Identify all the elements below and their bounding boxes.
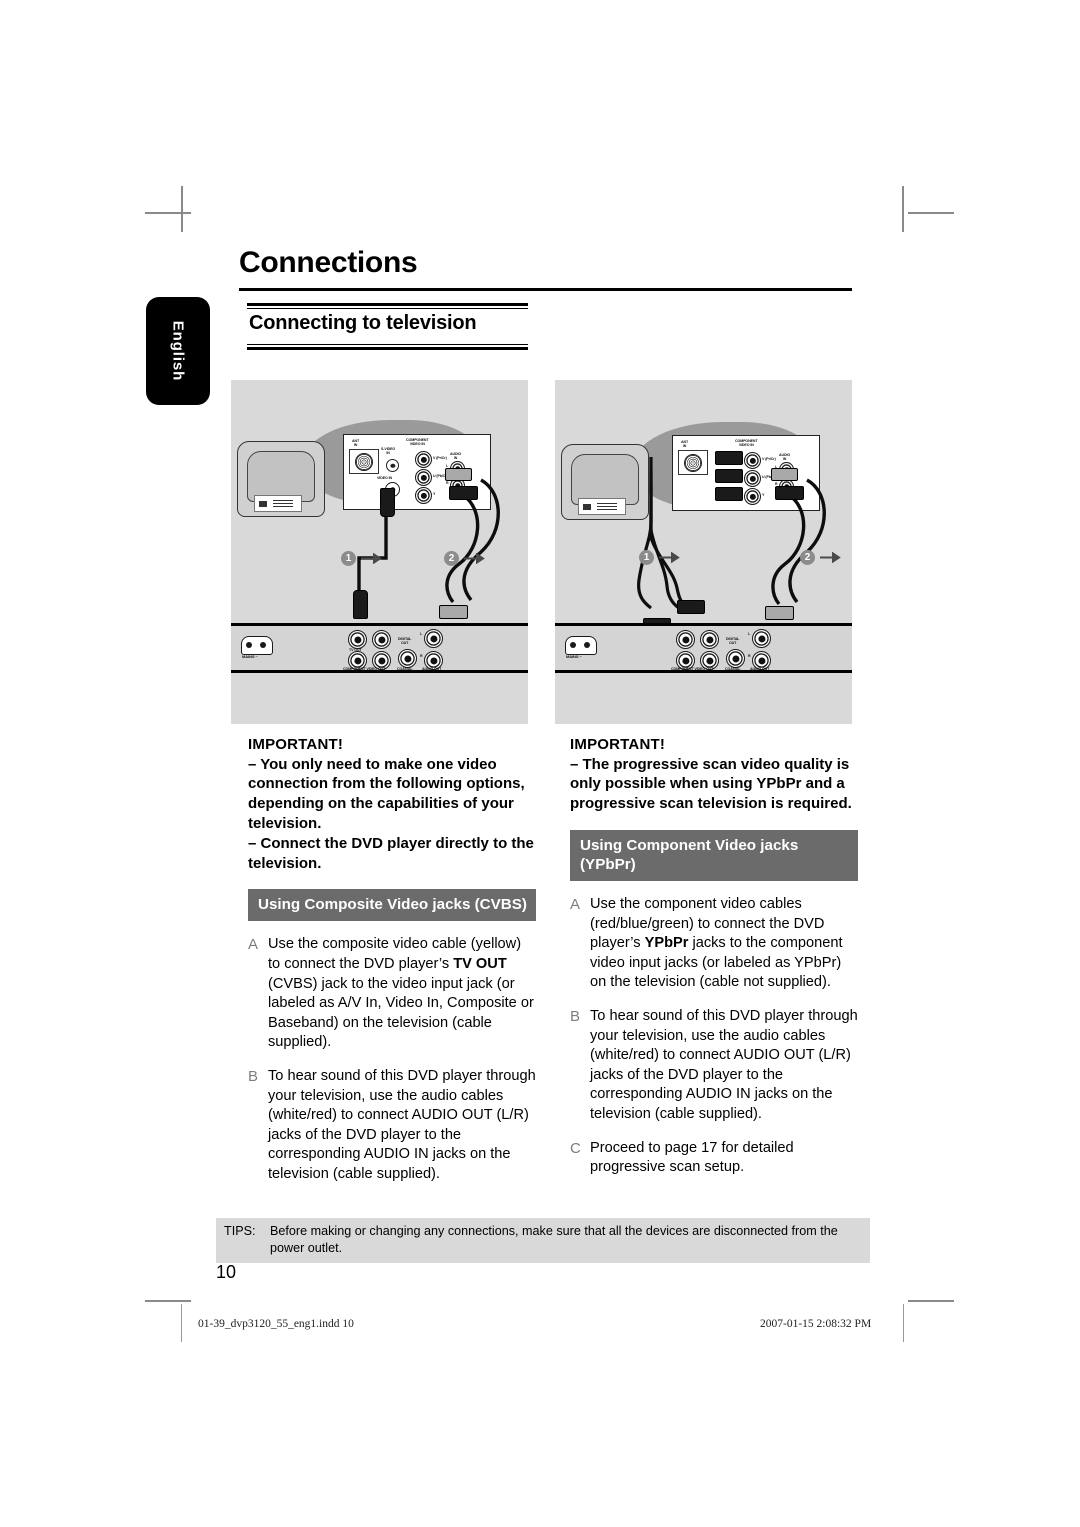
footer-rule-left — [181, 1304, 183, 1342]
plug-audio-r-tv — [449, 486, 478, 500]
footer-filename: 01-39_dvp3120_55_eng1.indd 10 — [198, 1318, 354, 1330]
tips-bar: TIPS: Before making or changing any conn… — [216, 1218, 870, 1263]
step-letter: A — [248, 936, 259, 954]
plug-audio-r-tv — [775, 486, 804, 500]
label-coaxial: COAXIAL — [725, 667, 741, 671]
list-item: A Use the component video cables (red/bl… — [570, 895, 858, 993]
list-item: A Use the composite video cable (yellow)… — [248, 935, 536, 1053]
plug-component-u-tv — [715, 469, 743, 483]
label-audio-out-l: L — [748, 632, 751, 636]
plug-audio-l-tv — [771, 468, 798, 481]
step-badge-1: 1 — [341, 551, 356, 566]
plug-component-y-tv — [715, 487, 743, 501]
label-audio-out-r: R — [748, 654, 751, 658]
dvd-jack-audio-l — [424, 629, 443, 648]
dvd-jack-pb — [700, 630, 719, 649]
dvd-jack-tv-out — [676, 630, 695, 649]
footer-rule-right — [903, 1304, 905, 1342]
label-audio-out-r: R — [420, 654, 423, 658]
crop-mark-top-left-v — [181, 186, 183, 232]
step-arrow-1 — [659, 552, 680, 563]
gray-heading-composite: Using Composite Video jacks (CVBS) — [248, 889, 536, 922]
important-title-left: IMPORTANT! — [248, 736, 344, 753]
important-title-right: IMPORTANT! — [570, 736, 666, 753]
page-title: Connections — [239, 246, 418, 279]
label-audio-out: AUDIO OUT — [422, 667, 442, 671]
step-letter: C — [570, 1139, 581, 1157]
footer-timestamp: 2007-01-15 2:08:32 PM — [760, 1318, 872, 1330]
step-text: Proceed to page 17 for detailed progress… — [590, 1139, 794, 1176]
dvd-jack-coaxial — [726, 649, 745, 668]
plug-video-dvd-end — [353, 590, 368, 619]
plug-audio-l-dvd — [439, 605, 468, 619]
important-line-right-0: – The progressive scan video quality is … — [570, 755, 852, 813]
mains-socket — [241, 636, 273, 655]
mains-socket — [565, 636, 597, 655]
gray-heading-component: Using Component Video jacks (YPbPr) — [570, 829, 858, 881]
dvd-jack-coaxial — [398, 649, 417, 668]
label-digital-out: DIGITAL OUT — [398, 637, 412, 646]
tips-label: TIPS: — [224, 1224, 256, 1238]
dvd-jack-pb-top — [372, 630, 391, 649]
tips-text: Before making or changing any connection… — [270, 1224, 838, 1255]
right-text-column: IMPORTANT! – The progressive scan video … — [570, 735, 858, 1192]
label-mains: MAINS ~ — [566, 654, 582, 659]
label-audio-out-l: L — [420, 632, 423, 636]
step-letter: A — [570, 895, 581, 913]
step-letter: B — [570, 1007, 581, 1025]
step-arrow-2 — [820, 552, 841, 563]
step-text: Use the composite video cable (yellow) t… — [268, 936, 534, 1051]
step-text: To hear sound of this DVD player through… — [268, 1067, 536, 1182]
step-text: Use the component video cables (red/blue… — [590, 895, 843, 991]
plug-component-pr-dvd — [677, 600, 705, 614]
label-mains: MAINS ~ — [242, 654, 258, 659]
step-badge-2: 2 — [800, 550, 815, 565]
step-badge-2: 2 — [444, 551, 459, 566]
plug-component-v-tv — [715, 451, 743, 465]
important-line-left-0: – You only need to make one video connec… — [248, 755, 525, 832]
dvd-jack-tv-out — [348, 630, 367, 649]
language-tab-label: English — [169, 320, 187, 382]
plug-audio-l-dvd — [765, 606, 794, 620]
label-component-video-out: COMPONENT VIDEO OUT — [671, 667, 714, 671]
list-item: C Proceed to page 17 for detailed progre… — [570, 1139, 858, 1178]
language-tab: English — [146, 297, 210, 405]
left-text-column: IMPORTANT! – You only need to make one v… — [248, 735, 536, 1199]
crop-mark-top-right-v — [902, 186, 904, 232]
diagram-component-video: ANT IN COMPONENT VIDEO IN V (Pr/Cr) U (P… — [555, 380, 852, 724]
section-heading: Connecting to television — [249, 312, 477, 334]
label-audio-out: AUDIO OUT — [750, 667, 770, 671]
list-item: B To hear sound of this DVD player throu… — [248, 1067, 536, 1185]
section-rule-bottom — [247, 344, 528, 350]
step-arrow-1 — [361, 553, 382, 564]
step-arrow-2 — [464, 553, 485, 564]
title-rule — [239, 288, 852, 291]
diagram-composite-video: ANT IN S-VIDEO IN VIDEO IN COMPONENT VID… — [231, 380, 528, 724]
important-line-left-1: – Connect the DVD player directly to the… — [248, 834, 534, 872]
crop-mark-bottom-right-h — [908, 1300, 954, 1302]
plug-audio-l-tv — [445, 468, 472, 481]
label-component-video-out: COMPONENT VIDEO OUT — [343, 667, 386, 671]
step-letter: B — [248, 1067, 259, 1085]
plug-video-tv-end — [380, 488, 395, 517]
list-item: B To hear sound of this DVD player throu… — [570, 1007, 858, 1125]
crop-mark-top-right-h — [908, 212, 954, 214]
step-badge-1: 1 — [639, 550, 654, 565]
label-digital-out: DIGITAL OUT — [726, 637, 740, 646]
dvd-jack-audio-l — [752, 629, 771, 648]
crop-mark-bottom-left-h — [145, 1300, 191, 1302]
label-coaxial: COAXIAL — [397, 667, 413, 671]
page-number: 10 — [216, 1262, 237, 1282]
section-rule-top — [247, 303, 528, 309]
step-text: To hear sound of this DVD player through… — [590, 1007, 858, 1122]
crop-mark-top-left-h — [145, 212, 191, 214]
